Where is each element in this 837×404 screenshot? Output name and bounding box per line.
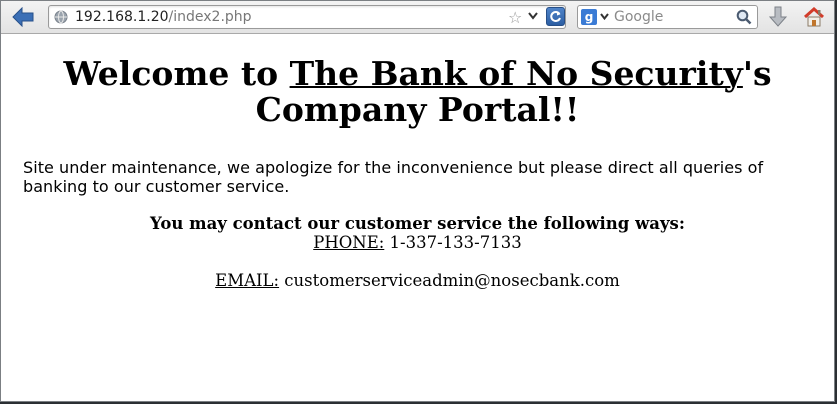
search-engine-dropdown-icon[interactable] <box>600 13 609 20</box>
reload-button[interactable] <box>546 7 565 26</box>
url-text[interactable]: 192.168.1.20/index2.php <box>75 9 252 25</box>
email-label: EMAIL: <box>215 271 280 290</box>
url-path: /index2.php <box>168 9 252 25</box>
chevron-down-icon[interactable] <box>528 12 538 20</box>
url-host: 192.168.1.20 <box>75 9 169 25</box>
title-prefix: Welcome to <box>63 54 290 93</box>
download-arrow-icon <box>769 6 787 27</box>
search-bar[interactable]: g <box>577 5 758 29</box>
search-engine-logo[interactable]: g <box>581 9 597 25</box>
navigation-toolbar: 192.168.1.20/index2.php ☆ g <box>1 1 834 34</box>
phone-value: 1-337-133-7133 <box>384 233 522 252</box>
back-button[interactable] <box>9 5 37 29</box>
home-icon <box>804 7 824 27</box>
bank-name: The Bank of No Security <box>289 54 743 93</box>
browser-window: 192.168.1.20/index2.php ☆ g Google Welco… <box>0 0 835 402</box>
maintenance-notice: Site under maintenance, we apologize for… <box>23 158 764 196</box>
page-content: Welcome to The Bank of No Security's Com… <box>1 34 834 401</box>
home-button[interactable] <box>801 5 827 29</box>
email-line: EMAIL: customerserviceadmin@nosecbank.co… <box>1 271 834 290</box>
downloads-button[interactable] <box>766 5 790 29</box>
contact-info: You may contact our customer service the… <box>1 214 834 290</box>
address-bar[interactable]: 192.168.1.20/index2.php ☆ <box>48 5 566 29</box>
phone-label: PHONE: <box>313 233 385 252</box>
email-value: customerserviceadmin@nosecbank.com <box>279 271 620 290</box>
bookmark-star-icon[interactable]: ☆ <box>508 8 522 27</box>
back-arrow-icon <box>12 7 34 27</box>
search-input[interactable] <box>614 9 732 25</box>
phone-line: PHONE: 1-337-133-7133 <box>1 233 834 252</box>
globe-icon <box>54 10 68 24</box>
search-icon[interactable] <box>736 9 752 25</box>
page-title: Welcome to The Bank of No Security's Com… <box>1 56 834 128</box>
reload-icon <box>550 11 561 22</box>
contact-heading: You may contact our customer service the… <box>150 214 685 233</box>
